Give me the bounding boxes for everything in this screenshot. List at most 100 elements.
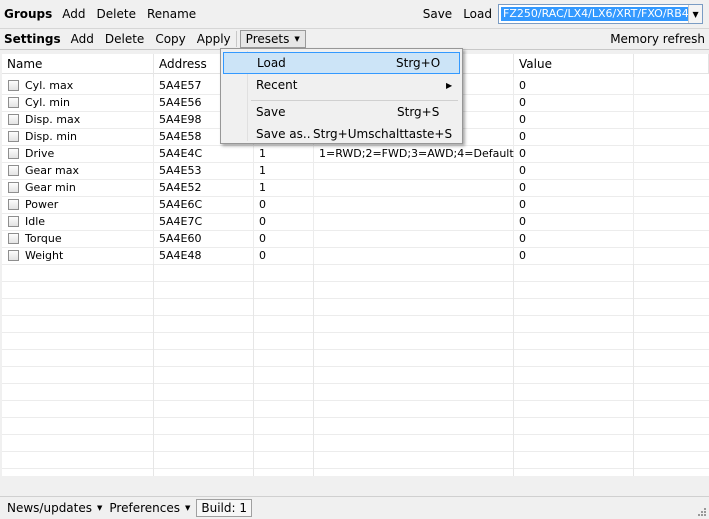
row-checkbox[interactable] [8,148,19,159]
table-row[interactable]: Gear max 5A4E53 1 0 [2,162,709,179]
cell-name[interactable]: Gear max [2,162,154,179]
cell-value[interactable]: 0 [514,162,634,179]
menu-item-load-label: Load [257,56,286,70]
settings-add-button[interactable]: Add [71,32,94,46]
chevron-down-icon: ▼ [97,504,103,512]
cell-v1[interactable]: 1 [254,179,314,196]
build-indicator: Build: 1 [196,499,252,517]
cell-v1[interactable]: 0 [254,247,314,264]
cell-address[interactable]: 5A4E7C [154,213,254,230]
row-checkbox[interactable] [8,80,19,91]
cell-value[interactable]: 0 [514,94,634,111]
settings-copy-button[interactable]: Copy [155,32,185,46]
table-row[interactable]: Drive 5A4E4C 1 1=RWD;2=FWD;3=AWD;4=Default 0 [2,145,709,162]
cell-name[interactable]: Gear min [2,179,154,196]
cell-value[interactable]: 0 [514,179,634,196]
news-updates-label: News/updates [7,501,93,515]
grid-line [2,315,709,316]
group-select[interactable]: FZ250/RAC/LX4/LX6/XRT/FXO/RB4 ▼ [498,4,703,24]
cell-value[interactable]: 0 [514,196,634,213]
menu-item-save-as[interactable]: Save as.. Strg+Umschalttaste+S [223,123,460,145]
table-row[interactable]: Torque 5A4E60 0 0 [2,230,709,247]
cell-value[interactable]: 0 [514,128,634,145]
groups-add-button[interactable]: Add [62,7,85,21]
menu-item-save[interactable]: Save Strg+S [223,101,460,123]
table-row[interactable]: Gear min 5A4E52 1 0 [2,179,709,196]
chevron-down-icon[interactable]: ▼ [688,5,702,23]
settings-toolbar: Settings Add Delete Copy Apply Presets ▼… [0,29,709,50]
cell-value[interactable]: 0 [514,111,634,128]
row-checkbox[interactable] [8,114,19,125]
groups-rename-button[interactable]: Rename [147,7,196,21]
cell-desc[interactable] [314,179,514,196]
cell-value[interactable]: 0 [514,77,634,94]
table-row[interactable]: Weight 5A4E48 0 0 [2,247,709,264]
news-updates-dropdown[interactable]: News/updates ▼ [7,501,102,515]
cell-address[interactable]: 5A4E6C [154,196,254,213]
cell-value[interactable]: 0 [514,145,634,162]
row-checkbox[interactable] [8,97,19,108]
memory-refresh-button[interactable]: Memory refresh [610,32,705,46]
cell-address[interactable]: 5A4E60 [154,230,254,247]
cell-name[interactable]: Disp. max [2,111,154,128]
cell-desc[interactable] [314,213,514,230]
cell-address[interactable]: 5A4E4C [154,145,254,162]
cell-name-text: Disp. max [25,113,81,126]
row-checkbox[interactable] [8,250,19,261]
cell-name[interactable]: Cyl. max [2,77,154,94]
grid-line [2,383,709,384]
cell-value[interactable]: 0 [514,213,634,230]
cell-v1[interactable]: 1 [254,162,314,179]
cell-desc[interactable] [314,247,514,264]
settings-delete-button[interactable]: Delete [105,32,144,46]
cell-name-text: Cyl. min [25,96,70,109]
row-checkbox[interactable] [8,165,19,176]
cell-name-text: Power [25,198,59,211]
groups-save-button[interactable]: Save [423,7,452,21]
menu-item-recent[interactable]: Recent ▶ [223,74,460,96]
settings-apply-button[interactable]: Apply [197,32,231,46]
cell-v1[interactable]: 0 [254,213,314,230]
row-checkbox[interactable] [8,199,19,210]
cell-name[interactable]: Drive [2,145,154,162]
cell-value[interactable]: 0 [514,230,634,247]
cell-name[interactable]: Weight [2,247,154,264]
cell-name[interactable]: Torque [2,230,154,247]
cell-desc[interactable] [314,196,514,213]
column-header-value[interactable]: Value [514,54,634,74]
preferences-dropdown[interactable]: Preferences ▼ [109,501,190,515]
groups-delete-button[interactable]: Delete [97,7,136,21]
menu-item-save-as-shortcut: Strg+Umschalttaste+S [313,127,453,141]
table-row[interactable]: Idle 5A4E7C 0 0 [2,213,709,230]
menu-item-load[interactable]: Load Strg+O [223,52,460,74]
row-checkbox[interactable] [8,216,19,227]
grid-line [2,366,709,367]
resize-grip-icon[interactable] [697,507,707,517]
row-checkbox[interactable] [8,131,19,142]
cell-v1[interactable]: 0 [254,230,314,247]
cell-address[interactable]: 5A4E53 [154,162,254,179]
cell-v1[interactable]: 0 [254,196,314,213]
cell-name-text: Weight [25,249,64,262]
cell-value[interactable]: 0 [514,247,634,264]
cell-address[interactable]: 5A4E48 [154,247,254,264]
chevron-down-icon: ▼ [294,35,300,43]
cell-name[interactable]: Idle [2,213,154,230]
cell-v1[interactable]: 1 [254,145,314,162]
cell-name[interactable]: Disp. min [2,128,154,145]
cell-desc[interactable] [314,162,514,179]
cell-address[interactable]: 5A4E52 [154,179,254,196]
row-checkbox[interactable] [8,182,19,193]
row-checkbox[interactable] [8,233,19,244]
presets-dropdown-button[interactable]: Presets ▼ [239,30,306,48]
cell-desc[interactable] [314,230,514,247]
column-header-name[interactable]: Name [2,54,154,74]
grid-line [2,281,709,282]
cell-desc[interactable]: 1=RWD;2=FWD;3=AWD;4=Default [314,145,514,162]
cell-name[interactable]: Cyl. min [2,94,154,111]
groups-load-button[interactable]: Load [463,7,492,21]
menu-item-save-shortcut: Strg+S [397,105,440,119]
cell-name-text: Gear min [25,181,76,194]
table-row[interactable]: Power 5A4E6C 0 0 [2,196,709,213]
cell-name[interactable]: Power [2,196,154,213]
